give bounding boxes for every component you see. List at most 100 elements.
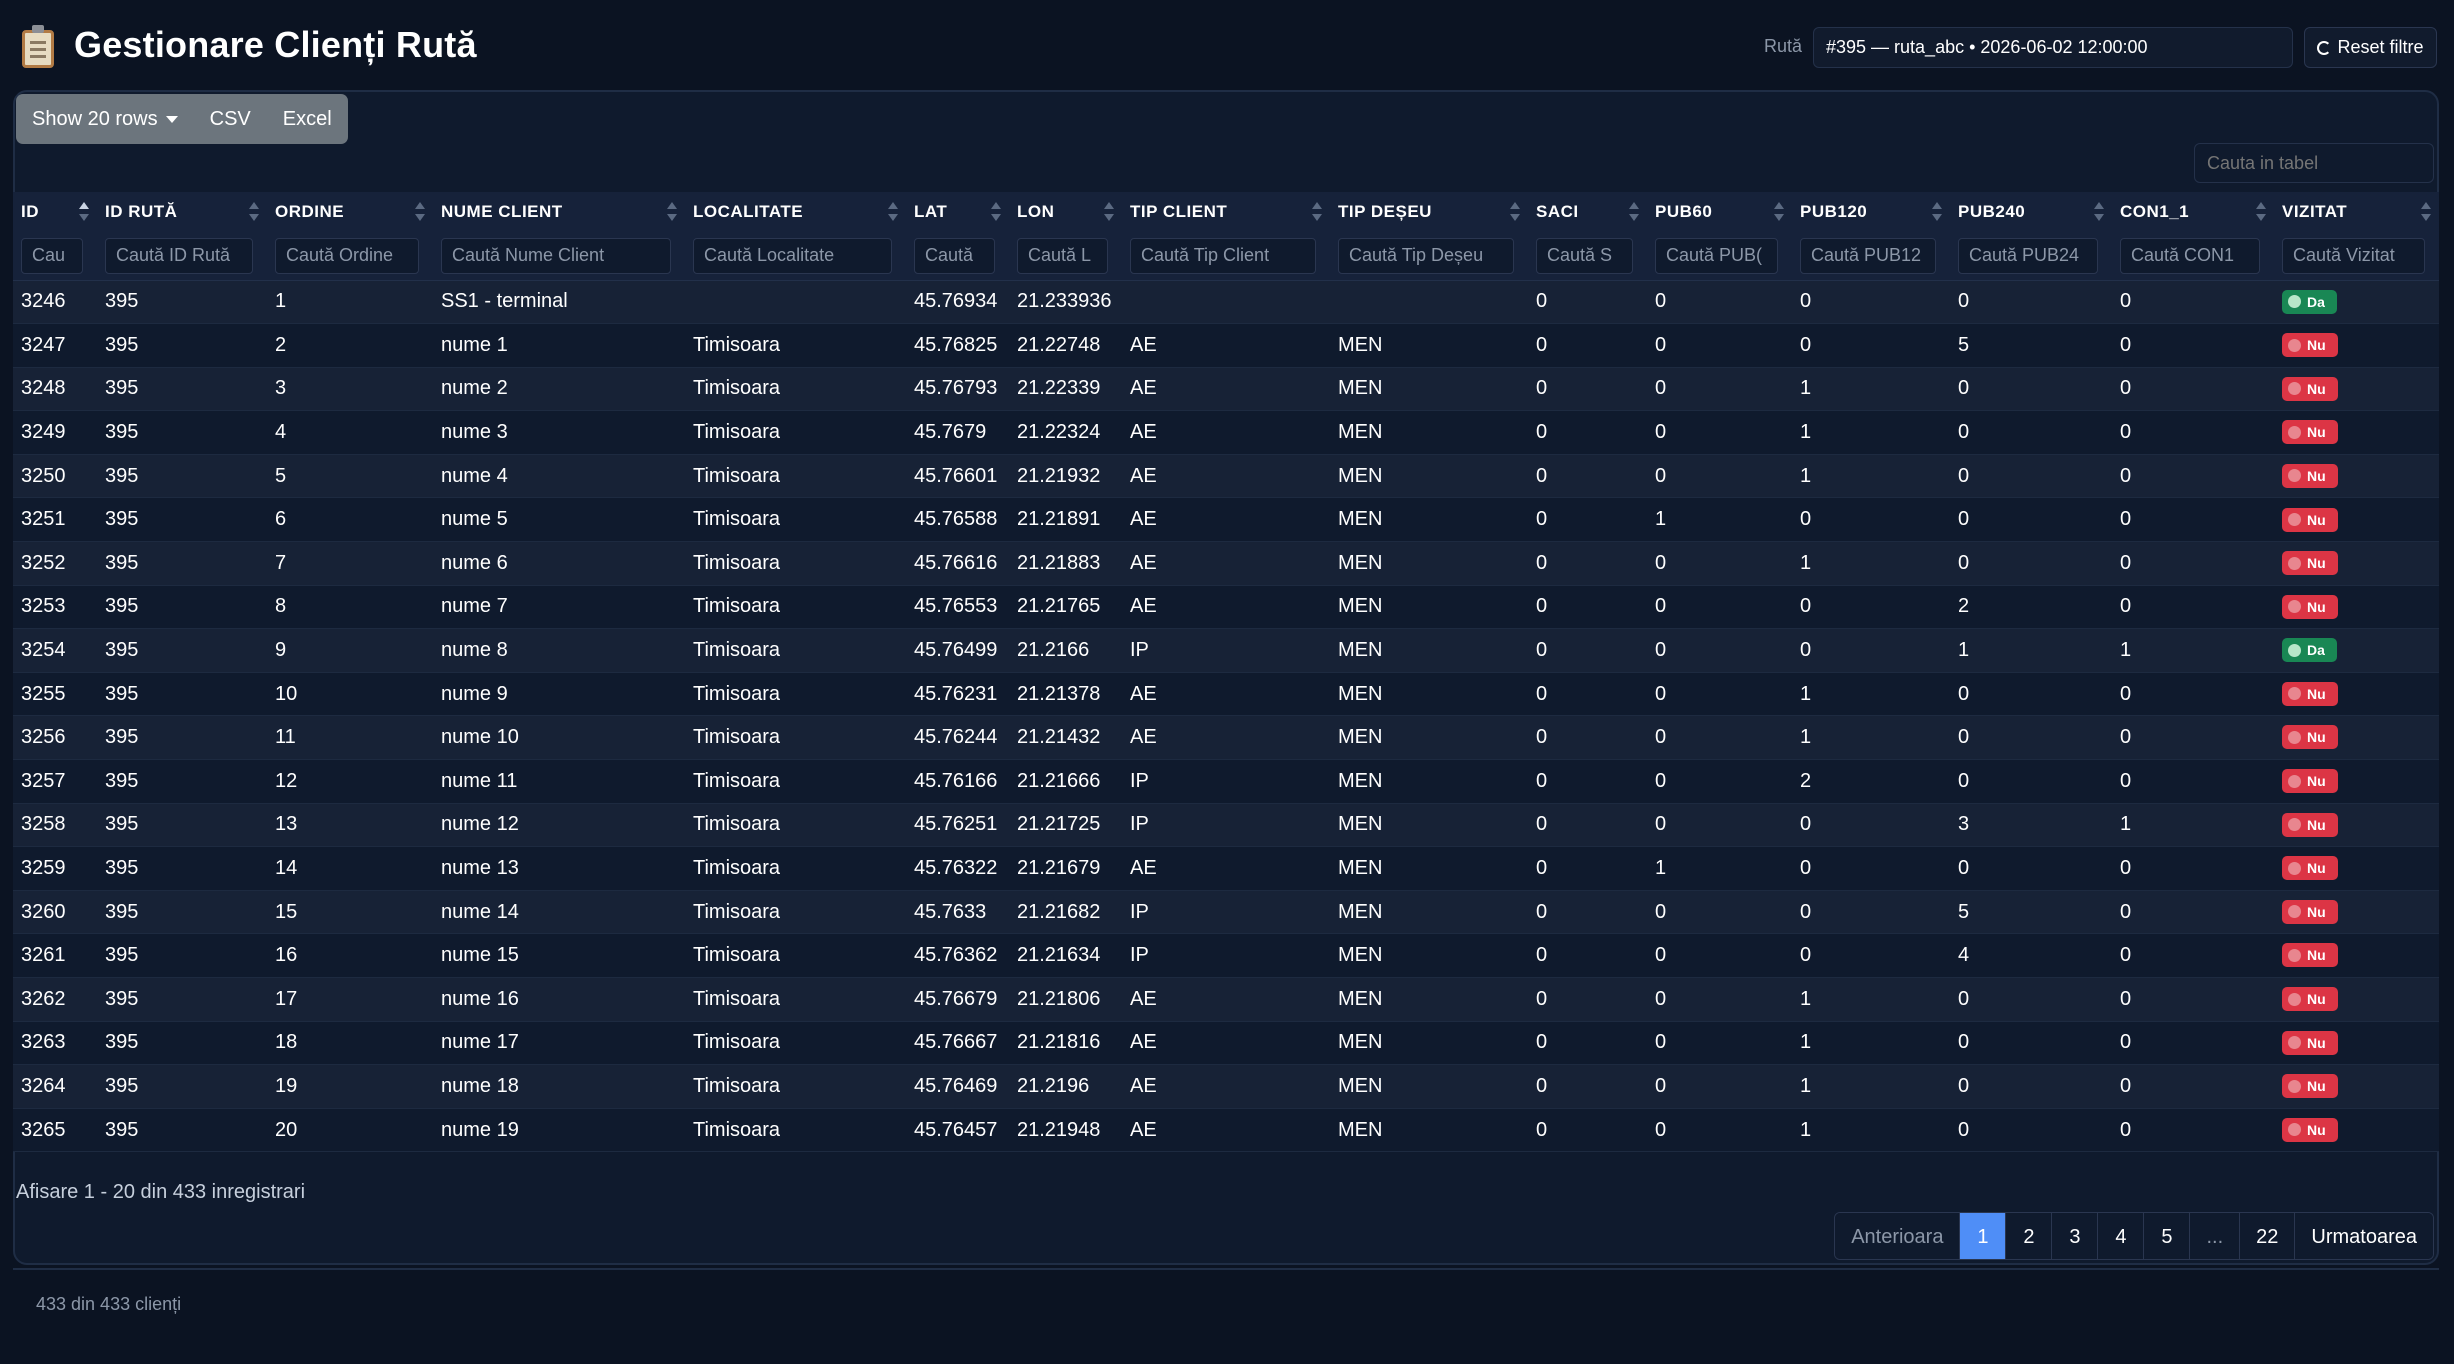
column-header[interactable]: PUB60	[1647, 192, 1792, 232]
visited-badge: Nu	[2282, 943, 2338, 968]
table-row[interactable]: 3253 395 8 nume 7 Timisoara 45.76553 21.21765 A…	[13, 585, 2439, 630]
table-cell: 45.76601	[906, 454, 1009, 499]
column-filter-input[interactable]	[1130, 237, 1316, 274]
table-row[interactable]: 3260 395 15 nume 14 Timisoara 45.7633 21.21682…	[13, 890, 2439, 935]
table-row[interactable]: 3254 395 9 nume 8 Timisoara 45.76499 21.2166 IP…	[13, 628, 2439, 673]
table-cell: 0	[1528, 1108, 1647, 1153]
column-header[interactable]: TIP CLIENT	[1122, 192, 1330, 232]
table-cell: 0	[1528, 1064, 1647, 1109]
filter-cell	[1792, 232, 1950, 281]
table-row[interactable]: 3263 395 18 nume 17 Timisoara 45.76667 21.2181…	[13, 1021, 2439, 1066]
visited-badge-label: Nu	[2307, 380, 2326, 397]
column-filter-input[interactable]	[2282, 237, 2425, 274]
table-row[interactable]: 3251 395 6 nume 5 Timisoara 45.76588 21.21891 A…	[13, 497, 2439, 543]
next-page-button[interactable]: Urmatoarea	[2294, 1213, 2433, 1259]
page-button[interactable]: ...	[2189, 1213, 2240, 1259]
column-header[interactable]: NUME CLIENT	[433, 192, 685, 232]
table-cell: nume 5	[433, 497, 685, 543]
table-row[interactable]: 3250 395 5 nume 4 Timisoara 45.76601 21.21932 A…	[13, 454, 2439, 499]
page-button[interactable]: 5	[2143, 1213, 2190, 1259]
previous-page-button[interactable]: Anterioara	[1835, 1213, 1960, 1259]
column-filter-input[interactable]	[914, 237, 995, 274]
toggle-dot-icon	[2288, 600, 2301, 614]
column-header[interactable]: PUB240	[1950, 192, 2112, 232]
reset-filters-button[interactable]: Reset filtre	[2304, 27, 2437, 68]
route-select[interactable]: #395 — ruta_abc • 2026-06-02 12:00:00	[1813, 27, 2293, 68]
table-row[interactable]: 3249 395 4 nume 3 Timisoara 45.7679 21.22324 AE…	[13, 410, 2439, 455]
column-filter-input[interactable]	[275, 237, 419, 274]
column-filter-input[interactable]	[2120, 237, 2260, 274]
table-cell: Nu	[2274, 890, 2439, 935]
table-row[interactable]: 3262 395 17 nume 16 Timisoara 45.76679 21.2180…	[13, 977, 2439, 1022]
table-row[interactable]: 3252 395 7 nume 6 Timisoara 45.76616 21.21883 A…	[13, 541, 2439, 586]
table-cell: Da	[2274, 628, 2439, 673]
client-count: 433 din 433 clienți	[36, 1294, 182, 1314]
column-header[interactable]: CON1_1	[2112, 192, 2274, 232]
table-cell: 0	[1792, 846, 1950, 891]
column-header[interactable]: LAT	[906, 192, 1009, 232]
table-cell: 16	[267, 933, 433, 978]
column-header[interactable]: ID RUTĂ	[97, 192, 267, 232]
table-cell: AE	[1122, 715, 1330, 761]
column-filter-input[interactable]	[105, 237, 253, 274]
table-cell: 12	[267, 759, 433, 804]
page-button[interactable]: 1	[1959, 1213, 2006, 1259]
show-rows-button[interactable]: Show 20 rows	[16, 94, 194, 144]
column-header[interactable]: SACI	[1528, 192, 1647, 232]
excel-button[interactable]: Excel	[267, 94, 348, 144]
page-button[interactable]: 2	[2005, 1213, 2052, 1259]
column-filter-input[interactable]	[693, 237, 892, 274]
filter-cell	[1528, 232, 1647, 281]
column-filter-input[interactable]	[1017, 237, 1108, 274]
table-row[interactable]: 3258 395 13 nume 12 Timisoara 45.76251 21.2172…	[13, 803, 2439, 848]
table-row[interactable]: 3261 395 16 nume 15 Timisoara 45.76362 21.2163…	[13, 933, 2439, 978]
column-header[interactable]: ID	[13, 192, 97, 232]
table-cell: 21.21634	[1009, 933, 1122, 978]
sort-icon	[1510, 202, 1520, 224]
table-cell: MEN	[1330, 715, 1528, 761]
visited-badge-label: Nu	[2307, 685, 2326, 702]
table-cell: Nu	[2274, 977, 2439, 1022]
table-row[interactable]: 3248 395 3 nume 2 Timisoara 45.76793 21.22339 A…	[13, 367, 2439, 412]
table-cell: 21.21932	[1009, 454, 1122, 499]
column-header[interactable]: PUB120	[1792, 192, 1950, 232]
table-cell: 21.22339	[1009, 367, 1122, 412]
column-filter-input[interactable]	[441, 237, 671, 274]
table-cell: 1	[1792, 715, 1950, 761]
sort-icon	[79, 202, 89, 224]
column-filter-input[interactable]	[1338, 237, 1514, 274]
table-row[interactable]: 3257 395 12 nume 11 Timisoara 45.76166 21.2166…	[13, 759, 2439, 804]
page-button[interactable]: 3	[2051, 1213, 2098, 1259]
column-filter-input[interactable]	[1536, 237, 1633, 274]
table-row[interactable]: 3264 395 19 nume 18 Timisoara 45.76469 21.2196…	[13, 1064, 2439, 1109]
table-cell: 0	[2112, 759, 2274, 804]
table-row[interactable]: 3246 395 1 SS1 - terminal 45.76934 21.233936 0…	[13, 280, 2439, 325]
table-cell: MEN	[1330, 803, 1528, 848]
toggle-dot-icon	[2288, 1079, 2301, 1093]
table-cell	[1122, 280, 1330, 325]
column-header[interactable]: LOCALITATE	[685, 192, 906, 232]
column-header[interactable]: LON	[1009, 192, 1122, 232]
column-filter-input[interactable]	[21, 237, 83, 274]
table-cell: 0	[1647, 628, 1792, 673]
table-cell: 10	[267, 672, 433, 717]
column-header[interactable]: ORDINE	[267, 192, 433, 232]
csv-button[interactable]: CSV	[194, 94, 267, 144]
table-row[interactable]: 3255 395 10 nume 9 Timisoara 45.76231 21.21378…	[13, 672, 2439, 717]
table-cell: Timisoara	[685, 890, 906, 935]
column-filter-input[interactable]	[1958, 237, 2098, 274]
visited-badge: Nu	[2282, 812, 2338, 837]
column-filter-input[interactable]	[1800, 237, 1936, 274]
column-filter-input[interactable]	[1655, 237, 1778, 274]
column-header[interactable]: VIZITAT	[2274, 192, 2439, 232]
table-row[interactable]: 3259 395 14 nume 13 Timisoara 45.76322 21.2167…	[13, 846, 2439, 891]
page-button[interactable]: 4	[2097, 1213, 2144, 1259]
table-cell: Nu	[2274, 1064, 2439, 1109]
table-search-input[interactable]	[2194, 143, 2434, 183]
table-row[interactable]: 3265 395 20 nume 19 Timisoara 45.76457 21.2194…	[13, 1108, 2439, 1153]
table-row[interactable]: 3256 395 11 nume 10 Timisoara 45.76244 21.2143…	[13, 715, 2439, 761]
page-button[interactable]: 22	[2239, 1213, 2295, 1259]
table-row[interactable]: 3247 395 2 nume 1 Timisoara 45.76825 21.22748 A…	[13, 323, 2439, 368]
table-cell: MEN	[1330, 759, 1528, 804]
column-header[interactable]: TIP DEȘEU	[1330, 192, 1528, 232]
